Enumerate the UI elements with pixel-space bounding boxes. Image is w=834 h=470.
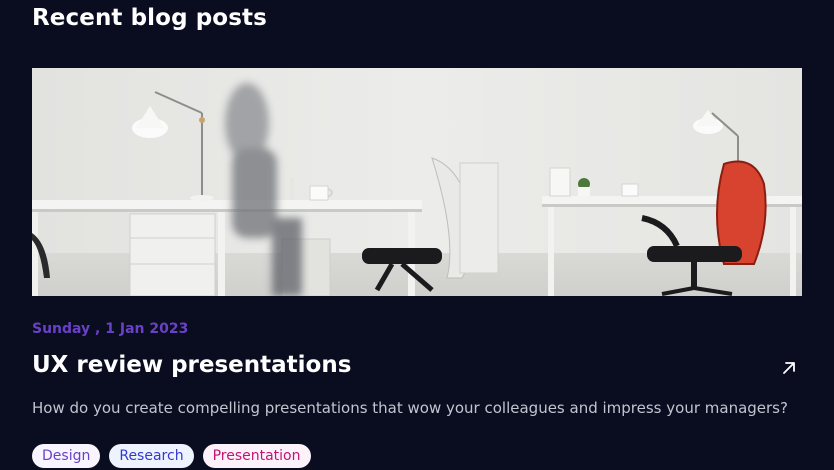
- arrow-up-right-icon[interactable]: [779, 358, 799, 378]
- office-photo: [32, 68, 802, 296]
- post-date: Sunday , 1 Jan 2023: [32, 321, 189, 337]
- tag-list: Design Research Presentation: [32, 444, 311, 468]
- tag-presentation[interactable]: Presentation: [202, 444, 311, 468]
- post-title[interactable]: UX review presentations: [32, 352, 351, 378]
- post-excerpt: How do you create compelling presentatio…: [32, 399, 788, 417]
- tag-design[interactable]: Design: [32, 444, 101, 468]
- section-title: Recent blog posts: [32, 5, 267, 31]
- tag-research[interactable]: Research: [109, 444, 194, 468]
- blog-section: Recent blog posts Sunday , 1 Jan 2023 UX…: [0, 0, 834, 470]
- post-hero-image[interactable]: [32, 68, 802, 296]
